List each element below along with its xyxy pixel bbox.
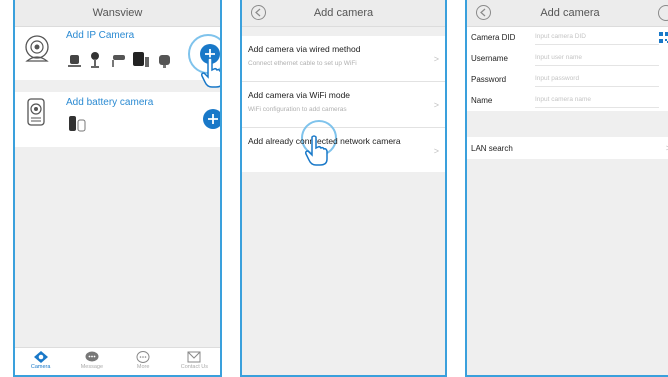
page-title: Add camera — [540, 7, 600, 19]
bottom-tab-bar: Camera Message More Contact Us — [15, 347, 220, 375]
battery-camera-model-icon — [69, 116, 86, 132]
camera-models-icon — [68, 52, 170, 68]
add-ip-camera-card[interactable]: Add IP Camera — [15, 27, 220, 88]
camera-did-input[interactable]: Input camera DID — [535, 30, 659, 45]
tab-label: Message — [80, 364, 104, 370]
lan-search-row[interactable]: LAN search > — [467, 137, 668, 159]
chevron-right-icon: > — [433, 54, 439, 64]
form-row-camera-did: Camera DID Input camera DID — [467, 27, 668, 48]
add-ip-camera-title: Add IP Camera — [66, 30, 135, 41]
message-tab-icon — [85, 351, 99, 362]
tab-label: Camera — [30, 364, 51, 370]
menu-item-title: Add camera via wired method — [248, 44, 361, 54]
chevron-right-icon: > — [433, 100, 439, 110]
tab-label: Contact Us — [180, 364, 208, 370]
app-title: Wansview — [92, 7, 143, 19]
menu-item-title: Add camera via WiFi mode — [248, 90, 351, 100]
chevron-right-icon: > — [433, 146, 439, 156]
username-input[interactable]: Input user name — [535, 51, 659, 66]
top-bar: Wansview — [15, 0, 220, 27]
more-tab-icon — [136, 351, 150, 363]
page-title: Add camera — [313, 7, 374, 19]
form-row-password: Password Input password — [467, 69, 668, 90]
tap-hand-icon — [305, 135, 328, 166]
back-arrow-icon — [480, 8, 486, 17]
add-method-list: Add camera via wired method Connect ethe… — [242, 36, 445, 172]
field-label: Password — [471, 75, 507, 84]
phone-screen-add-camera-methods: Add camera Add camera via wired method C… — [240, 0, 447, 377]
camera-name-input[interactable]: Input camera name — [535, 93, 659, 108]
back-arrow-icon — [255, 8, 261, 17]
menu-item-subtitle: Connect ethernet cable to set up WiFi — [248, 60, 357, 67]
menu-item-wired[interactable]: Add camera via wired method Connect ethe… — [242, 36, 445, 82]
tab-contact-us[interactable]: Contact Us — [169, 348, 220, 375]
field-label: Name — [471, 96, 493, 105]
qr-code-icon[interactable] — [659, 32, 668, 43]
tab-label: More — [136, 364, 150, 370]
form-row-name: Name Input camera name — [467, 90, 668, 111]
ip-camera-icon — [25, 35, 49, 62]
field-label: Camera DID — [471, 33, 516, 42]
lan-search-label: LAN search — [471, 143, 513, 153]
top-bar: Add camera — [242, 0, 445, 27]
tap-hand-icon — [201, 57, 220, 88]
back-button[interactable] — [251, 5, 266, 20]
menu-item-wifi[interactable]: Add camera via WiFi mode WiFi configurat… — [242, 82, 445, 128]
phone-screen-camera-list: Wansview Add IP Camera Add battery camer… — [13, 0, 222, 377]
menu-item-network-camera[interactable]: Add already connrected network camera > — [242, 120, 445, 172]
tab-more[interactable]: More — [118, 348, 169, 375]
add-battery-camera-card[interactable]: Add battery camera — [15, 92, 220, 147]
add-battery-camera-title: Add battery camera — [66, 97, 154, 108]
form-row-username: Username Input user name — [467, 48, 668, 69]
password-input[interactable]: Input password — [535, 72, 659, 87]
field-label: Username — [471, 54, 508, 63]
tab-message[interactable]: Message — [66, 348, 117, 375]
camera-tab-icon — [33, 351, 48, 363]
tab-camera[interactable]: Camera — [15, 348, 66, 375]
add-battery-camera-button[interactable] — [203, 109, 220, 129]
contact-tab-icon — [187, 351, 201, 363]
battery-camera-icon — [27, 98, 45, 126]
confirm-button[interactable] — [658, 5, 668, 21]
top-bar: Add camera — [467, 0, 668, 27]
plus-icon — [208, 114, 218, 124]
phone-screen-add-camera-form: Add camera Camera DID Input camera DID U… — [465, 0, 668, 377]
menu-item-subtitle: WiFi configuration to add cameras — [248, 106, 347, 113]
back-button[interactable] — [476, 5, 491, 20]
camera-form: Camera DID Input camera DID Username Inp… — [467, 27, 668, 111]
